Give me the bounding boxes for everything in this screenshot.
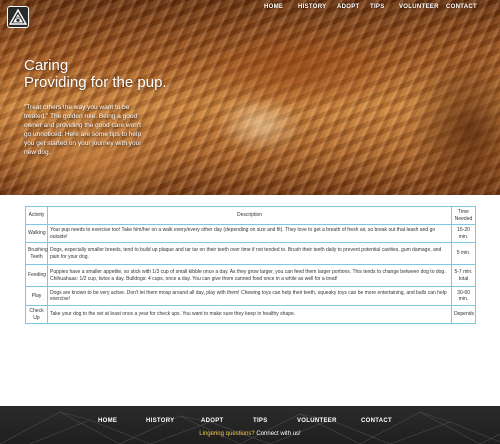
care-tips-table: Activity Description Time Needed Walking…: [25, 206, 476, 324]
table-row: Check Up Take your dog to the vet at lea…: [25, 305, 476, 324]
footer-cta-text: Lingering questions?: [199, 431, 257, 437]
footer-history[interactable]: HISTORY: [146, 418, 174, 424]
table-row: Brushing Teeth Dogs, especially smaller …: [25, 242, 476, 265]
nav-volunteer[interactable]: VOLUNTEER: [399, 4, 439, 10]
nav-adopt[interactable]: ADOPT: [337, 4, 360, 10]
cell-time: 15-20 min.: [451, 224, 476, 243]
page-title-line1: Caring: [24, 57, 69, 74]
cell-time: 5 min.: [451, 242, 476, 265]
hero-intro-text: "Treat others the way you want to be tre…: [24, 104, 142, 156]
footer-volunteer[interactable]: VOLUNTEER: [297, 418, 337, 424]
footer-tips[interactable]: TIPS: [253, 418, 268, 424]
cell-time: 30-60 min.: [451, 286, 476, 306]
table-row: Feeding Puppies have a smaller appetite,…: [25, 264, 476, 287]
table-row: Play Dogs are known to be very active. D…: [25, 286, 476, 306]
nav-history[interactable]: HISTORY: [298, 4, 326, 10]
footer-adopt[interactable]: ADOPT: [201, 418, 224, 424]
footer-home[interactable]: HOME: [98, 418, 117, 424]
header-activity: Activity: [25, 206, 48, 225]
nav-tips[interactable]: TIPS: [370, 4, 385, 10]
connect-link[interactable]: Connect with us!: [256, 431, 300, 437]
cell-description: Your pup needs to exercise too! Take him…: [47, 224, 452, 243]
cell-activity: Play: [25, 286, 48, 306]
cell-activity: Brushing Teeth: [25, 242, 48, 265]
footer-contact[interactable]: CONTACT: [361, 418, 392, 424]
cell-activity: Check Up: [25, 305, 48, 324]
page-title: Caring Providing for the pup.: [24, 57, 167, 91]
header-time: Time Needed: [451, 206, 476, 225]
header-description: Description: [47, 206, 452, 225]
footer-cta: Lingering questions? Connect with us!: [0, 431, 500, 437]
table-header-row: Activity Description Time Needed: [25, 206, 476, 225]
table-row: Walking Your pup needs to exercise too! …: [25, 224, 476, 243]
footer-pattern: [0, 411, 500, 444]
cell-description: Dogs, especially smaller breeds, tend to…: [47, 242, 452, 265]
cell-activity: Feeding: [25, 264, 48, 287]
cell-time: Depends: [451, 305, 476, 324]
cell-time: 5-7 min. total: [451, 264, 476, 287]
page-title-line2: Providing for the pup.: [24, 74, 167, 91]
cell-description: Puppies have a smaller appetite, so stic…: [47, 264, 452, 287]
nav-home[interactable]: HOME: [264, 4, 283, 10]
cell-description: Dogs are known to be very active. Don't …: [47, 286, 452, 306]
nav-contact[interactable]: CONTACT: [446, 4, 477, 10]
top-nav: HOME HISTORY ADOPT TIPS VOLUNTEER CONTAC…: [0, 4, 500, 16]
cell-activity: Walking: [25, 224, 48, 243]
hero-banner: HOME HISTORY ADOPT TIPS VOLUNTEER CONTAC…: [0, 0, 500, 195]
cell-description: Take your dog to the vet at least once a…: [47, 305, 452, 324]
footer: HOME HISTORY ADOPT TIPS VOLUNTEER CONTAC…: [0, 406, 500, 444]
